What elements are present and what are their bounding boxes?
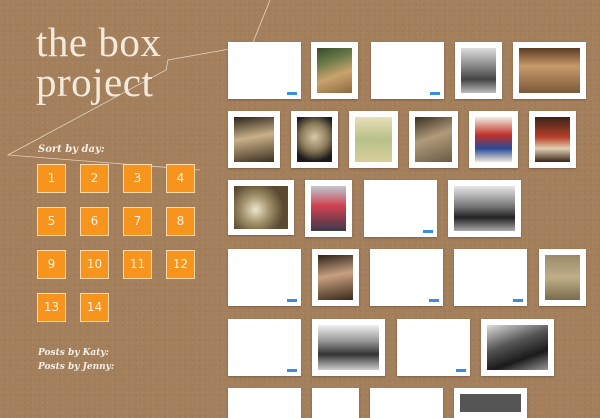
photo-thumbnail[interactable] [228,180,294,235]
photo-thumbnail[interactable] [228,111,280,168]
photo-thumbnail-partial[interactable] [370,388,443,418]
posts-by-katy-link[interactable]: Posts by Katy: [38,348,109,358]
day-button-9[interactable]: 9 [37,250,66,279]
day-button-11[interactable]: 11 [123,250,152,279]
photo-thumbnail[interactable] [481,319,554,376]
flickr-logo-icon [513,299,523,302]
photo-thumbnail[interactable] [349,111,398,168]
photo-placeholder[interactable]: · · · · · · · · [371,42,444,99]
day-button-12[interactable]: 12 [166,250,195,279]
day-button-7[interactable]: 7 [123,207,152,236]
day-button-13[interactable]: 13 [37,293,66,322]
flickr-logo-icon [423,230,433,233]
photo-placeholder[interactable]: · · · · · · · · [454,249,527,306]
photo-thumbnail[interactable] [305,180,352,237]
day-button-4[interactable]: 4 [166,164,195,193]
day-button-5[interactable]: 5 [37,207,66,236]
day-button-6[interactable]: 6 [80,207,109,236]
site-title-line-2: project [36,59,154,105]
photo-thumbnail[interactable] [312,249,359,306]
photo-thumbnail[interactable] [469,111,518,168]
photo-placeholder[interactable]: · · · · · · · · [228,249,301,306]
photo-placeholder[interactable]: · · · · · · · · [364,180,437,237]
flickr-logo-icon [287,299,297,302]
sort-by-day-label: Sort by day: [38,144,105,155]
photo-thumbnail-partial[interactable] [454,388,527,418]
photo-thumbnail-partial[interactable] [312,388,359,418]
flickr-logo-icon [287,369,297,372]
photo-thumbnail[interactable] [455,42,502,99]
photo-thumbnail[interactable] [448,180,521,237]
day-button-3[interactable]: 3 [123,164,152,193]
day-button-14[interactable]: 14 [80,293,109,322]
flickr-logo-icon [287,92,297,95]
photo-placeholder[interactable]: · · · · · · · · [370,249,443,306]
photo-thumbnail[interactable] [539,249,586,306]
photo-placeholder[interactable]: · · · · · · · · [228,319,301,376]
posts-by-jenny-link[interactable]: Posts by Jenny: [38,362,114,372]
day-button-10[interactable]: 10 [80,250,109,279]
day-button-8[interactable]: 8 [166,207,195,236]
photo-thumbnail[interactable] [291,111,338,168]
site-title-line-1: the box [36,19,162,65]
flickr-logo-icon [429,299,439,302]
photo-thumbnail[interactable] [529,111,576,168]
site-title[interactable]: the box project [36,19,162,105]
day-button-1[interactable]: 1 [37,164,66,193]
photo-thumbnail[interactable] [311,42,358,99]
day-button-2[interactable]: 2 [80,164,109,193]
flickr-logo-icon [430,92,440,95]
photo-thumbnail[interactable] [513,42,586,99]
photo-placeholder[interactable]: · · · · · · · · [228,42,301,99]
photo-thumbnail[interactable] [409,111,458,168]
flickr-logo-icon [456,369,466,372]
photo-placeholder[interactable]: · · · · · · · · [397,319,470,376]
photo-thumbnail[interactable] [312,319,385,376]
photo-thumbnail-partial[interactable] [228,388,301,418]
